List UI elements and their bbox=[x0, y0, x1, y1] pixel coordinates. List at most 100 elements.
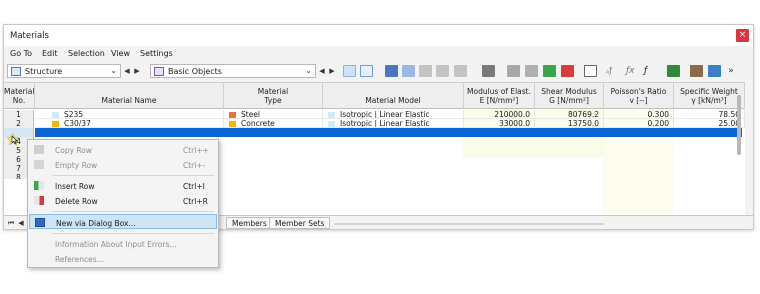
next-arrow-icon[interactable]: ▶ bbox=[133, 65, 141, 77]
first-tab-icon[interactable]: ⏮ bbox=[7, 217, 15, 229]
table-cell-name[interactable]: C30/37 bbox=[35, 119, 224, 128]
steel-type-swatch bbox=[229, 111, 236, 118]
basic-objects-combo[interactable]: Basic Objects ⌄ bbox=[150, 64, 316, 78]
window-icon[interactable] bbox=[584, 65, 597, 77]
table-cell-e[interactable]: 33000.0 bbox=[464, 119, 535, 128]
header-material-name[interactable]: Material Name bbox=[35, 83, 224, 109]
select-window-icon[interactable] bbox=[360, 65, 373, 77]
formula-edit-icon[interactable]: ƒ bbox=[644, 65, 657, 77]
header-nu-line2: v [--] bbox=[629, 96, 648, 105]
concrete-type-swatch bbox=[229, 120, 236, 127]
row-number[interactable]: 2 bbox=[4, 119, 34, 128]
decimal-icon[interactable] bbox=[708, 65, 721, 77]
delete-icon[interactable] bbox=[482, 65, 495, 77]
chevron-down-icon: ⌄ bbox=[110, 66, 117, 75]
menu-view[interactable]: View bbox=[111, 49, 130, 58]
vertical-scrollbar[interactable] bbox=[737, 95, 741, 155]
material-color-swatch bbox=[52, 111, 59, 118]
model-color-swatch bbox=[328, 120, 335, 127]
header-e-line1: Modulus of Elast. bbox=[467, 87, 531, 96]
header-no[interactable]: Material No. bbox=[4, 83, 35, 109]
cell-name-text: C30/37 bbox=[64, 119, 91, 128]
header-gamma-line1: Specific Weight bbox=[680, 87, 738, 96]
structure-combo[interactable]: Structure ⌄ bbox=[7, 64, 121, 78]
header-material-model[interactable]: Material Model bbox=[323, 83, 464, 109]
tab-member-sets[interactable]: Member Sets bbox=[269, 217, 331, 229]
model-color-swatch bbox=[328, 111, 335, 118]
menu-item-input-errors[interactable]: Information About Input Errors... bbox=[29, 236, 217, 251]
table-cell-g[interactable]: 80769.2 bbox=[535, 110, 604, 119]
table-cell-type[interactable]: Steel bbox=[224, 110, 323, 119]
previous-tab-icon[interactable]: ◀ bbox=[17, 217, 25, 229]
header-gamma-line2: γ [kN/m³] bbox=[691, 96, 727, 105]
menu-go-to[interactable]: Go To bbox=[10, 49, 32, 58]
empty-row-icon[interactable] bbox=[525, 65, 538, 77]
menu-separator bbox=[52, 211, 214, 212]
menu-item-empty-row[interactable]: Empty Row Ctrl+- bbox=[29, 157, 217, 172]
menu-item-shortcut: Ctrl+- bbox=[183, 161, 206, 170]
basic-objects-icon bbox=[154, 67, 164, 76]
menu-item-copy-row[interactable]: Copy Row Ctrl++ bbox=[29, 142, 217, 157]
export-icon[interactable] bbox=[667, 65, 680, 77]
menu-edit[interactable]: Edit bbox=[42, 49, 58, 58]
close-button[interactable]: × bbox=[736, 29, 749, 42]
copy-row-icon[interactable] bbox=[507, 65, 520, 77]
table-cell-e[interactable]: 210000.0 bbox=[464, 110, 535, 119]
print-icon[interactable] bbox=[690, 65, 703, 77]
toolbar-overflow-icon[interactable]: » bbox=[725, 65, 737, 77]
header-modulus-e[interactable]: Modulus of Elast. E [N/mm²] bbox=[464, 83, 535, 109]
table-disabled-icon[interactable] bbox=[436, 65, 449, 77]
cursor-highlight-icon bbox=[7, 133, 19, 145]
delete-row-icon[interactable] bbox=[561, 65, 574, 77]
menu-separator bbox=[52, 175, 214, 176]
table-cell-nu[interactable]: 0.300 bbox=[604, 110, 674, 119]
header-g-line1: Shear Modulus bbox=[541, 87, 597, 96]
copy-row-icon bbox=[34, 145, 44, 154]
cell-name-text: S235 bbox=[64, 110, 84, 119]
table-view-icon[interactable] bbox=[402, 65, 415, 77]
menu-item-delete-row[interactable]: Delete Row Ctrl+R bbox=[29, 193, 217, 208]
previous-arrow-icon[interactable]: ◀ bbox=[318, 65, 326, 77]
table-icon[interactable] bbox=[385, 65, 398, 77]
table-disabled-icon[interactable] bbox=[419, 65, 432, 77]
header-no-line1: Material bbox=[4, 87, 35, 96]
menu-item-label: Delete Row bbox=[55, 197, 98, 206]
menu-item-insert-row[interactable]: Insert Row Ctrl+I bbox=[29, 178, 217, 193]
table-cell-model[interactable]: Isotropic | Linear Elastic bbox=[323, 119, 464, 128]
structure-icon bbox=[11, 67, 21, 76]
insert-row-icon[interactable] bbox=[543, 65, 556, 77]
menu-selection[interactable]: Selection bbox=[68, 49, 105, 58]
select-icon[interactable] bbox=[343, 65, 356, 77]
tab-members[interactable]: Members bbox=[226, 217, 273, 229]
header-nu-line1: Poisson's Ratio bbox=[610, 87, 667, 96]
formula-icon[interactable]: ƒx bbox=[626, 65, 639, 77]
table-cell-name[interactable]: S235 bbox=[35, 110, 224, 119]
row-number[interactable]: 1 bbox=[4, 110, 34, 119]
table-cell-nu[interactable]: 0.200 bbox=[604, 119, 674, 128]
horizontal-scrollbar[interactable] bbox=[334, 223, 604, 225]
menu-item-new-via-dialog-box[interactable]: New via Dialog Box... bbox=[29, 214, 217, 229]
previous-arrow-icon[interactable]: ◀ bbox=[123, 65, 131, 77]
function-icon[interactable]: ₐƒ bbox=[606, 65, 619, 77]
menu-item-shortcut: Ctrl++ bbox=[183, 146, 209, 155]
table-disabled-icon[interactable] bbox=[454, 65, 467, 77]
next-arrow-icon[interactable]: ▶ bbox=[328, 65, 336, 77]
selected-row[interactable] bbox=[35, 128, 742, 137]
menu-item-label: Information About Input Errors... bbox=[55, 240, 177, 249]
header-poisson-ratio[interactable]: Poisson's Ratio v [--] bbox=[604, 83, 674, 109]
header-material-type[interactable]: Material Type bbox=[224, 83, 323, 109]
header-shear-modulus[interactable]: Shear Modulus G [N/mm²] bbox=[535, 83, 604, 109]
window-title: Materials bbox=[10, 31, 49, 41]
table-cell-gamma[interactable]: 78.50 bbox=[674, 110, 745, 119]
menu-item-references[interactable]: References... bbox=[29, 251, 217, 266]
table-cell-model[interactable]: Isotropic | Linear Elastic bbox=[323, 110, 464, 119]
table-cell-g[interactable]: 13750.0 bbox=[535, 119, 604, 128]
menu-item-label: Copy Row bbox=[55, 146, 93, 155]
menu-item-label: Empty Row bbox=[55, 161, 98, 170]
basic-objects-combo-label: Basic Objects bbox=[168, 67, 222, 76]
header-type-line1: Material bbox=[257, 87, 289, 96]
table-cell-type[interactable]: Concrete bbox=[224, 119, 323, 128]
menu-settings[interactable]: Settings bbox=[140, 49, 173, 58]
header-specific-weight[interactable]: Specific Weight γ [kN/m³] bbox=[674, 83, 745, 109]
table-cell-gamma[interactable]: 25.00 bbox=[674, 119, 745, 128]
